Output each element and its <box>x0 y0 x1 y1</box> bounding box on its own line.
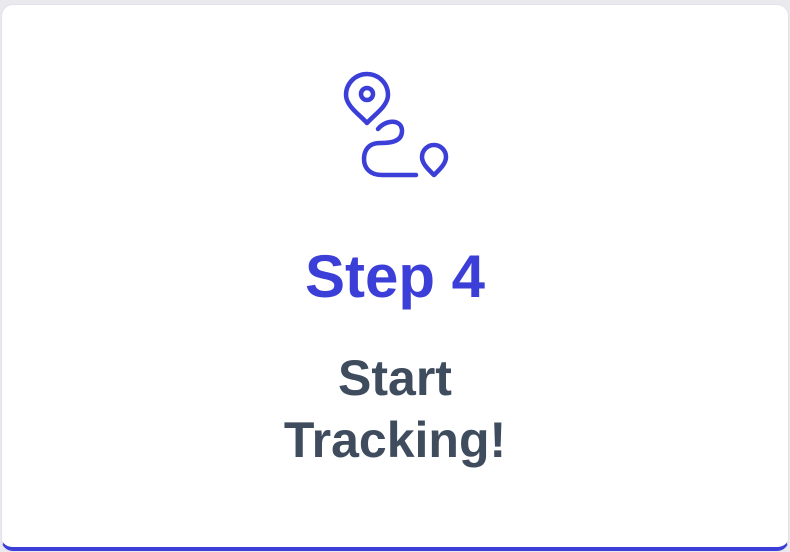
step-description-line-1: Start <box>338 350 452 406</box>
step-title: Step 4 <box>304 243 486 310</box>
route-pin-icon <box>338 71 454 187</box>
step-description: Start Tracking! <box>2 347 788 471</box>
step-card: Step 4 Start Tracking! <box>1 4 789 551</box>
step-description-line-2: Tracking! <box>283 412 507 468</box>
